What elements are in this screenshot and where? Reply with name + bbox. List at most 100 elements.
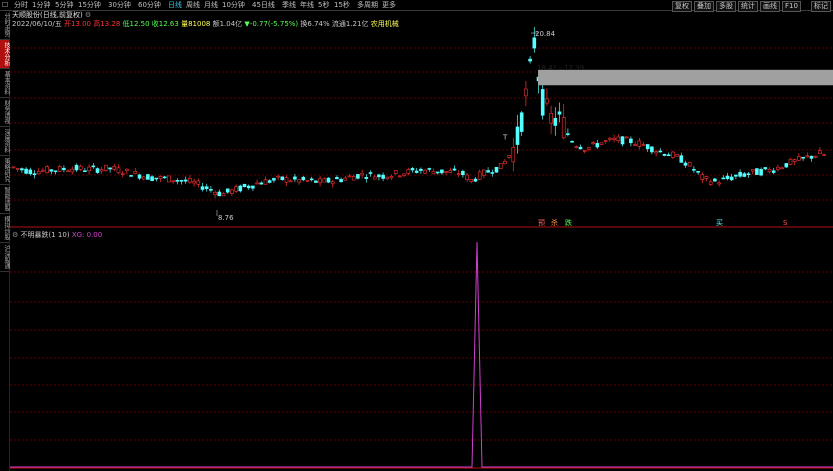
side-tab[interactable]: 深度资料 (0, 127, 10, 156)
period-tab[interactable]: 年线 (300, 0, 314, 10)
candle-body (671, 151, 675, 158)
candle-body (557, 111, 562, 115)
candle-body (238, 185, 243, 192)
candle-body (792, 159, 797, 162)
candle-body (755, 168, 759, 175)
candle-body (251, 185, 255, 189)
candle-body (179, 180, 184, 182)
candle-body (549, 112, 553, 124)
candle-body (818, 150, 822, 154)
candle-body (314, 180, 318, 183)
candle-body (20, 168, 24, 171)
side-tab[interactable]: 沪深股通 (0, 243, 10, 272)
candle-body (620, 136, 625, 145)
candle-body (322, 178, 327, 183)
period-tab[interactable]: 多周期 (357, 0, 378, 10)
period-tab[interactable]: 5秒 (318, 0, 329, 10)
candle-body (70, 168, 75, 173)
candle-body (297, 179, 301, 183)
indicator-gear-icon[interactable]: ⚙ (12, 231, 18, 239)
candle-body (629, 138, 633, 144)
candle-body (230, 189, 234, 194)
side-tab[interactable]: 智能选股 (0, 185, 10, 214)
candle-body (704, 176, 709, 179)
candle-body (154, 177, 159, 180)
candle-body (641, 144, 646, 146)
candle-body (377, 174, 381, 178)
candle-body (288, 180, 293, 183)
period-tab[interactable]: 分时 (14, 0, 28, 10)
candle-body (11, 166, 16, 169)
side-tab[interactable]: 模拟炒股 (0, 214, 10, 243)
period-tab[interactable]: 日线 (168, 0, 182, 10)
layout-toggle-icon[interactable]: ☐ (2, 0, 8, 10)
period-tab[interactable]: 15分钟 (78, 0, 101, 10)
candle-body (360, 172, 364, 176)
signal-label: 跌 (565, 218, 572, 227)
period-tab[interactable]: 60分钟 (138, 0, 161, 10)
candle-body (74, 164, 79, 171)
candle-body (196, 180, 201, 185)
candle-body (419, 168, 423, 171)
candle-body (402, 173, 406, 176)
candle-body (158, 176, 163, 179)
candle-body (381, 174, 385, 179)
candle-body (813, 155, 818, 158)
candle-body (645, 144, 650, 150)
candle-body (633, 144, 637, 146)
chart-area[interactable]: 20.84 18.41 - 17.39 8.76 T 预杀跌 买 S (10, 10, 833, 471)
candle-body (293, 176, 297, 180)
candle-body (734, 174, 738, 177)
candle-body (767, 169, 772, 173)
side-tab[interactable]: 技术分析 (0, 40, 10, 69)
period-tab[interactable]: 30分钟 (108, 0, 131, 10)
indicator-name[interactable]: 不明暴跌(1 10) (21, 231, 70, 239)
period-tab[interactable]: 5分钟 (55, 0, 73, 10)
period-tab[interactable]: 更多 (382, 0, 396, 10)
candle-body (57, 166, 62, 172)
side-tab[interactable]: 策略研究 (0, 156, 10, 185)
candle-body (759, 169, 763, 176)
candle-body (788, 158, 793, 165)
candle-body (595, 143, 600, 148)
candle-body (771, 170, 776, 173)
candle-body (309, 178, 314, 181)
period-tab[interactable]: 月线 (204, 0, 218, 10)
candle-body (137, 174, 142, 179)
candle-body (108, 167, 112, 170)
candle-body (456, 173, 461, 175)
candle-body (725, 175, 730, 179)
candle-body (167, 175, 171, 183)
period-tab[interactable]: 10分钟 (222, 0, 245, 10)
candle-body (801, 156, 805, 159)
candle-body (66, 170, 70, 173)
period-tab[interactable]: 1分钟 (32, 0, 50, 10)
candle-body (305, 180, 310, 182)
candle-body (427, 168, 432, 170)
candle-body (372, 176, 377, 180)
candle-body (738, 172, 742, 177)
period-tab[interactable]: 15秒 (334, 0, 350, 10)
candle-body (53, 170, 58, 173)
candle-body (36, 171, 41, 175)
candle-body (469, 179, 474, 182)
candle-body (729, 176, 734, 181)
period-tab[interactable]: 45日线 (252, 0, 275, 10)
candle-body (713, 178, 717, 182)
candle-body (482, 169, 486, 176)
candle-body (141, 176, 146, 180)
period-tab[interactable]: 季线 (282, 0, 296, 10)
candle-body (217, 191, 222, 197)
period-tab[interactable]: 周线 (186, 0, 200, 10)
candle-body (435, 171, 440, 174)
candle-body (125, 168, 129, 172)
candle-body (528, 58, 532, 62)
candle-body (465, 174, 469, 181)
side-tab[interactable]: 财务透视 (0, 98, 10, 127)
side-tab[interactable]: 分时走势 (0, 11, 10, 40)
candle-body (272, 178, 276, 181)
side-tab[interactable]: 基本资料 (0, 69, 10, 98)
candle-body (78, 165, 83, 170)
candle-body (91, 165, 96, 168)
signal-label: S (783, 219, 788, 227)
